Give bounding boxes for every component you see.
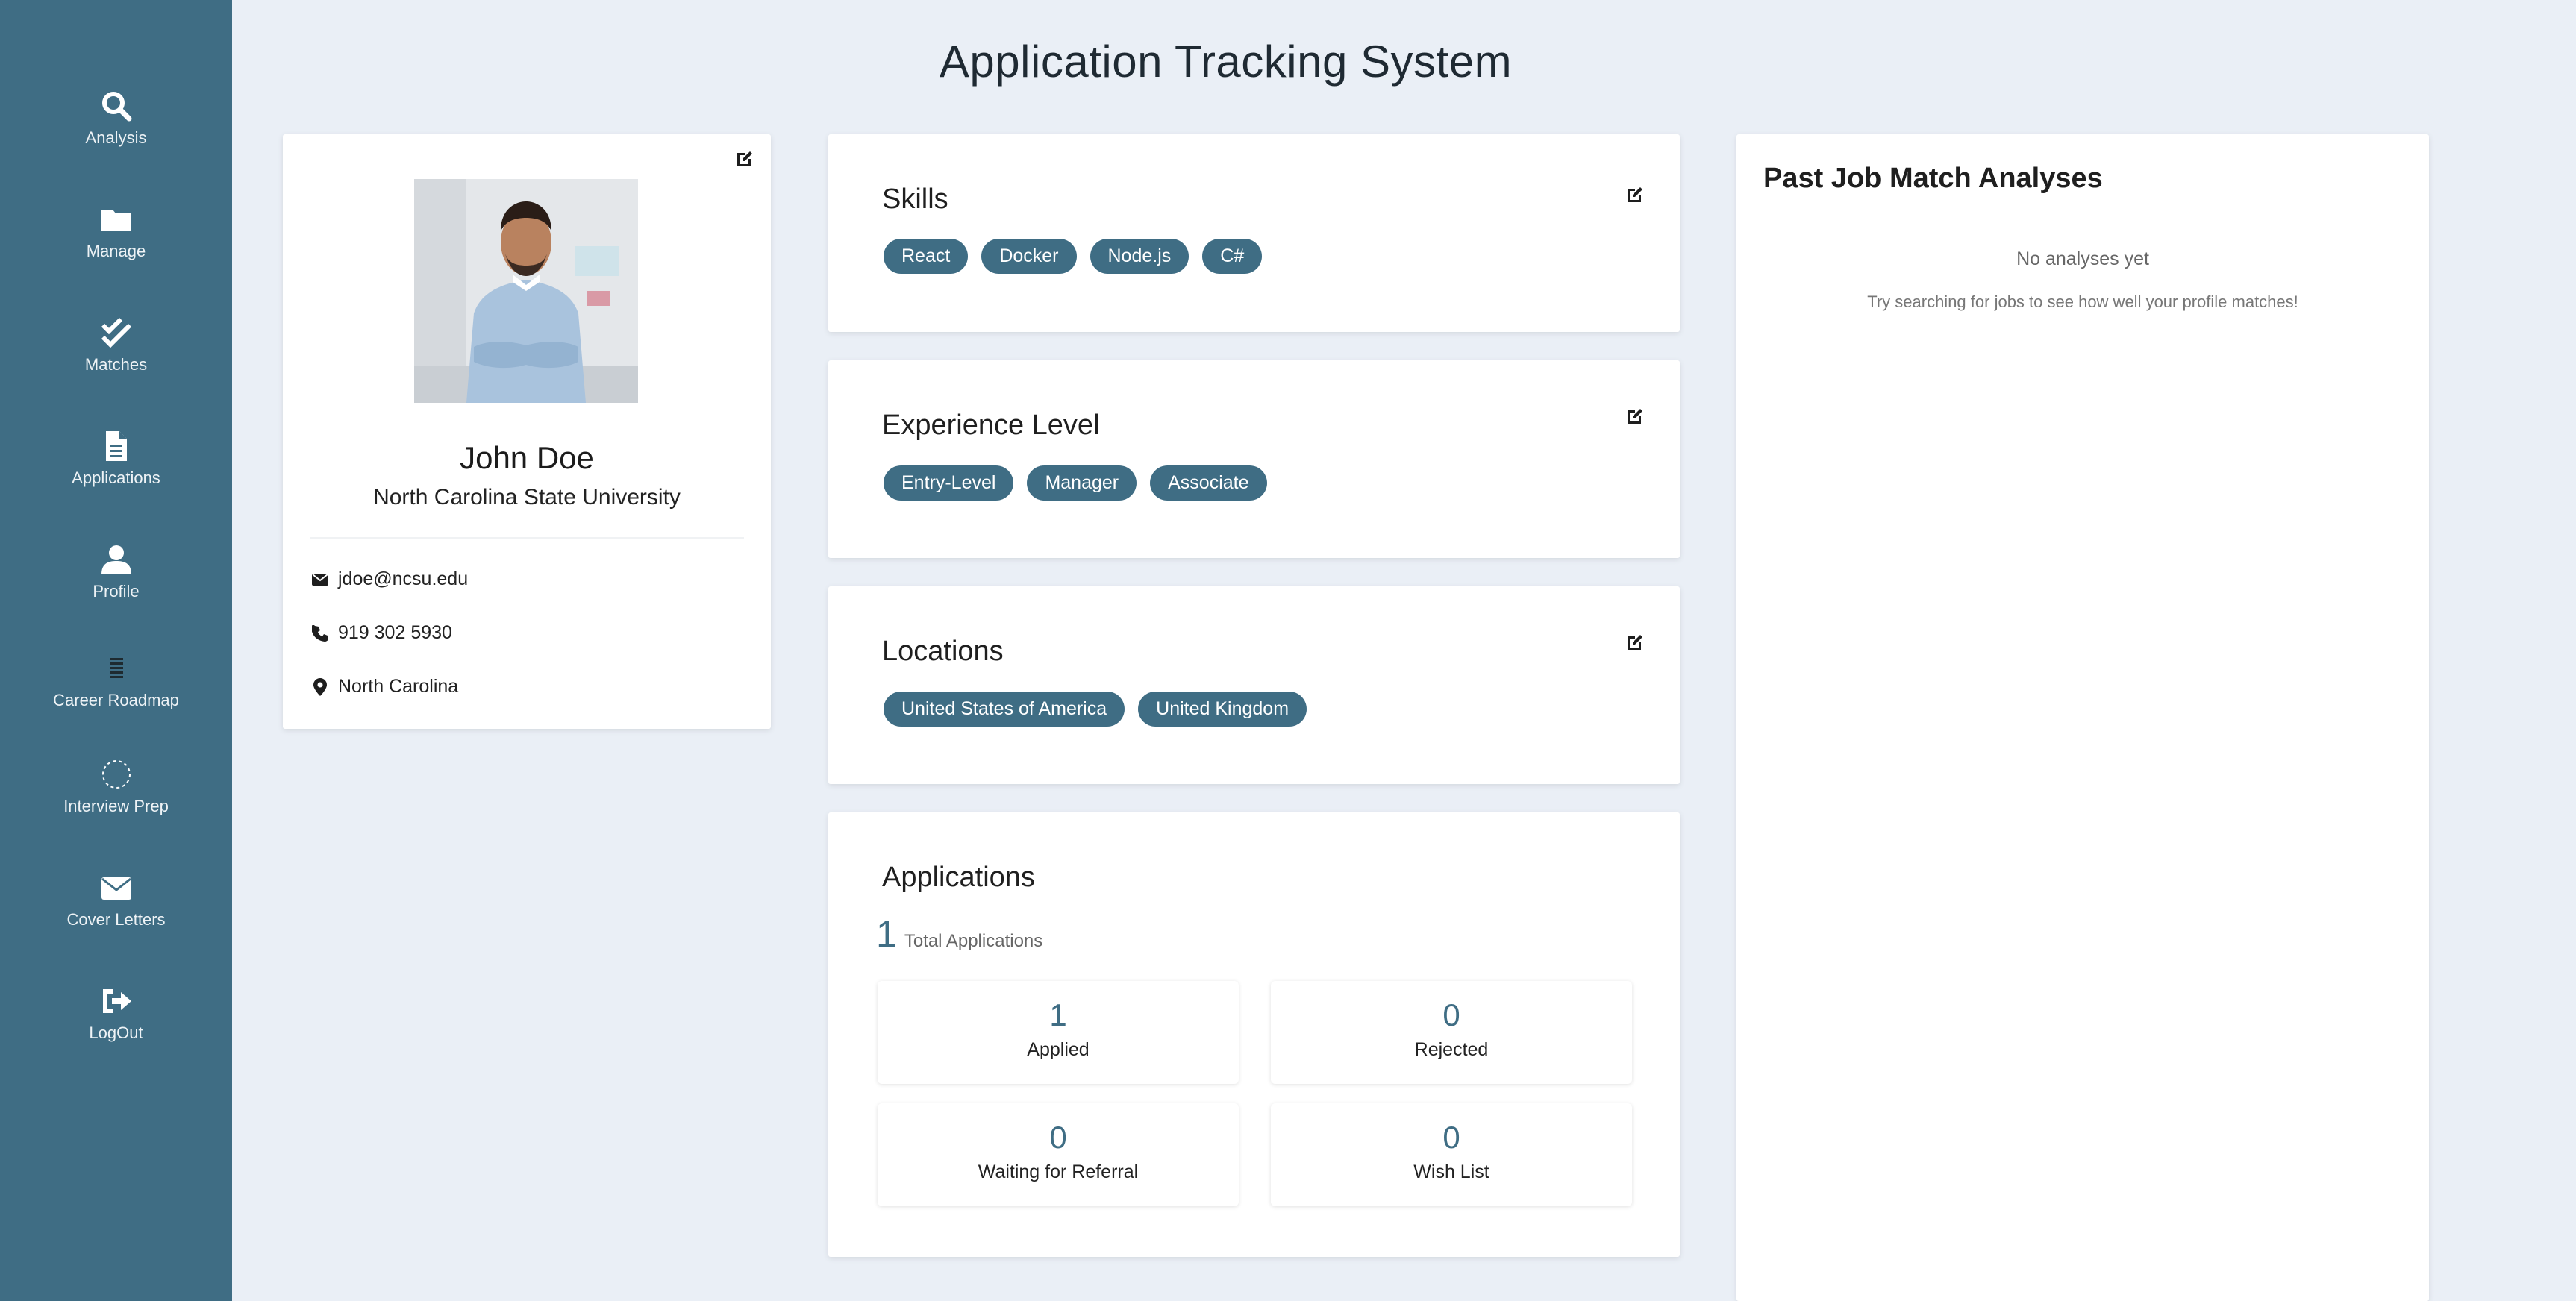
stat-label: Rejected <box>1414 1039 1489 1060</box>
contact-email: jdoe@ncsu.edu <box>310 568 468 590</box>
stat-label: Waiting for Referral <box>978 1162 1139 1182</box>
list-icon <box>99 650 134 686</box>
sidebar-item-label: Analysis <box>85 128 147 147</box>
sidebar: Analysis Manage Matches Applications Pro… <box>0 0 232 1301</box>
location-tag[interactable]: United Kingdom <box>1138 692 1307 727</box>
total-applications: 1 Total Applications <box>876 912 1042 956</box>
edit-profile-button[interactable] <box>732 148 757 173</box>
locations-list: United States of America United Kingdom <box>884 692 1307 727</box>
avatar <box>414 179 638 403</box>
experience-title: Experience Level <box>882 410 1100 441</box>
skill-tag[interactable]: Docker <box>981 239 1077 274</box>
stat-wish-list[interactable]: 0 Wish List <box>1271 1103 1632 1206</box>
past-analyses-card: Past Job Match Analyses No analyses yet … <box>1736 134 2429 1301</box>
divider <box>310 537 744 539</box>
stat-label: Wish List <box>1413 1162 1489 1182</box>
contact-location: North Carolina <box>310 676 458 697</box>
map-marker-icon <box>310 677 331 697</box>
double-check-icon <box>99 315 134 351</box>
stat-value: 1 <box>1049 997 1067 1032</box>
envelope-icon <box>310 569 331 590</box>
sidebar-item-interview-prep[interactable]: Interview Prep <box>0 756 232 816</box>
location-text: North Carolina <box>338 676 459 697</box>
empty-state-title: No analyses yet <box>2016 248 2149 269</box>
experience-tag[interactable]: Entry-Level <box>884 465 1014 501</box>
edit-icon <box>735 149 754 172</box>
edit-locations-button[interactable] <box>1622 631 1648 656</box>
stat-value: 0 <box>1442 997 1460 1032</box>
skills-list: React Docker Node.js C# <box>884 239 1263 274</box>
locations-card: Locations United States of America Unite… <box>828 586 1680 784</box>
past-analyses-title: Past Job Match Analyses <box>1763 163 2103 194</box>
envelope-icon <box>99 870 134 906</box>
sidebar-item-applications[interactable]: Applications <box>0 428 232 488</box>
skill-tag[interactable]: C# <box>1202 239 1263 274</box>
applications-title: Applications <box>882 862 1035 893</box>
stat-label: Applied <box>1027 1039 1090 1060</box>
phone-text: 919 302 5930 <box>338 622 452 643</box>
profile-card: John Doe North Carolina State University… <box>283 134 771 729</box>
experience-list: Entry-Level Manager Associate <box>884 465 1267 501</box>
sidebar-item-label: Cover Letters <box>66 910 166 929</box>
search-icon <box>99 88 134 124</box>
stat-applied[interactable]: 1 Applied <box>878 981 1239 1084</box>
experience-tag[interactable]: Manager <box>1027 465 1137 501</box>
sidebar-item-label: Manage <box>86 242 146 260</box>
sidebar-item-label: Interview Prep <box>63 797 169 815</box>
skill-tag[interactable]: Node.js <box>1090 239 1189 274</box>
folder-icon <box>99 201 134 237</box>
sidebar-item-profile[interactable]: Profile <box>0 542 232 601</box>
sidebar-item-label: Matches <box>84 355 148 374</box>
stat-rejected[interactable]: 0 Rejected <box>1271 981 1632 1084</box>
skills-card: Skills React Docker Node.js C# <box>828 134 1680 332</box>
stat-value: 0 <box>1442 1120 1460 1155</box>
spinner-icon <box>99 756 134 792</box>
sidebar-item-label: Career Roadmap <box>53 691 179 709</box>
phone-icon <box>310 623 331 644</box>
profile-school: North Carolina State University <box>373 485 681 510</box>
edit-icon <box>1625 407 1645 430</box>
applications-card: Applications 1 Total Applications 1 Appl… <box>828 812 1680 1257</box>
stat-waiting-for-referral[interactable]: 0 Waiting for Referral <box>878 1103 1239 1206</box>
total-applications-value: 1 <box>876 913 897 955</box>
sidebar-item-cover-letters[interactable]: Cover Letters <box>0 870 232 929</box>
empty-state-subtitle: Try searching for jobs to see how well y… <box>1867 292 2298 311</box>
experience-tag[interactable]: Associate <box>1150 465 1267 501</box>
stat-value: 0 <box>1049 1120 1067 1155</box>
skill-tag[interactable]: React <box>884 239 969 274</box>
user-icon <box>99 542 134 577</box>
sidebar-item-manage[interactable]: Manage <box>0 201 232 261</box>
edit-icon <box>1625 185 1645 208</box>
locations-title: Locations <box>882 636 1004 667</box>
contact-phone: 919 302 5930 <box>310 622 452 644</box>
document-icon <box>99 428 134 464</box>
location-tag[interactable]: United States of America <box>884 692 1125 727</box>
experience-card: Experience Level Entry-Level Manager Ass… <box>828 360 1680 558</box>
sidebar-item-matches[interactable]: Matches <box>0 315 232 374</box>
logout-icon <box>99 983 134 1019</box>
sidebar-item-logout[interactable]: LogOut <box>0 983 232 1043</box>
page-title: Application Tracking System <box>939 37 1513 87</box>
sidebar-item-label: Applications <box>72 468 160 487</box>
sidebar-item-label: Profile <box>93 582 140 601</box>
total-applications-label: Total Applications <box>904 931 1043 951</box>
edit-icon <box>1625 633 1645 656</box>
profile-name: John Doe <box>460 440 594 475</box>
sidebar-item-label: LogOut <box>89 1023 143 1042</box>
email-text: jdoe@ncsu.edu <box>338 568 469 589</box>
edit-experience-button[interactable] <box>1622 405 1648 430</box>
skills-title: Skills <box>882 184 948 215</box>
sidebar-item-career-roadmap[interactable]: Career Roadmap <box>0 650 232 710</box>
sidebar-item-analysis[interactable]: Analysis <box>0 88 232 148</box>
edit-skills-button[interactable] <box>1622 184 1648 209</box>
